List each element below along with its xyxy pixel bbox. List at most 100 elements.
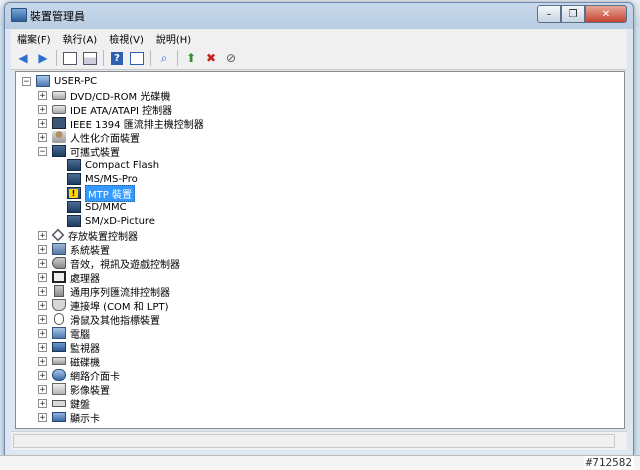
display-adapter-icon	[52, 412, 66, 422]
watermark: #712582	[583, 456, 634, 469]
tree-item-display[interactable]: + 顯示卡	[38, 410, 100, 425]
tree-item-processor[interactable]: + 處理器	[38, 270, 100, 285]
ide-controller-icon	[52, 104, 66, 114]
tree-item-sound[interactable]: + 音效，視訊及遊戲控制器	[38, 256, 180, 271]
expand-toggle[interactable]: +	[38, 272, 47, 282]
warning-device-icon	[67, 187, 81, 199]
sound-icon	[52, 257, 66, 269]
tree-item-ports[interactable]: + 連接埠 (COM 和 LPT)	[38, 298, 169, 313]
disk-drive-icon	[52, 357, 66, 365]
expand-toggle[interactable]: +	[38, 314, 47, 324]
expand-toggle[interactable]: +	[38, 244, 47, 254]
tree-item-computer[interactable]: + 電腦	[38, 326, 90, 341]
update-driver-icon[interactable]: ⬆	[183, 50, 199, 66]
expand-toggle[interactable]: +	[38, 90, 47, 100]
tree-child-compact-flash[interactable]: Compact Flash	[67, 158, 159, 172]
tree-child-mtp-device[interactable]: MTP 裝置	[67, 184, 135, 202]
tree-item-label: 音效，視訊及遊戲控制器	[70, 259, 180, 271]
tree-root[interactable]: − USER-PC	[22, 74, 97, 88]
close-button[interactable]: ✕	[585, 5, 627, 23]
tree-item-keyboard[interactable]: + 鍵盤	[38, 396, 90, 411]
toolbar: ◀ ▶ ? ⌕ ⬆ ✖ ⊘	[11, 47, 627, 70]
tree-item-label: 處理器	[70, 273, 100, 285]
network-adapter-icon	[52, 369, 66, 381]
expand-toggle[interactable]: +	[38, 342, 47, 352]
forward-arrow-icon[interactable]: ▶	[35, 50, 51, 66]
tree-item-label: 影像裝置	[70, 385, 110, 397]
menu-file[interactable]: 檔案(F)	[11, 31, 57, 46]
desktop-bottom-strip	[0, 455, 640, 470]
properties-icon[interactable]	[62, 50, 78, 66]
close-icon: ✕	[601, 8, 611, 20]
tree-item-imaging[interactable]: + 影像裝置	[38, 382, 110, 397]
ieee1394-icon	[52, 117, 66, 129]
menu-view[interactable]: 檢視(V)	[103, 31, 150, 46]
menu-action[interactable]: 執行(A)	[57, 31, 104, 46]
minimize-icon: –	[546, 8, 552, 20]
tree-item-label: 系統裝置	[70, 245, 110, 257]
window-title: 裝置管理員	[30, 10, 85, 23]
tree-item-ieee1394[interactable]: + IEEE 1394 匯流排主機控制器	[38, 116, 204, 131]
tree-item-network[interactable]: + 網路介面卡	[38, 368, 120, 383]
tree-item-label: 磁碟機	[70, 357, 100, 369]
collapse-toggle[interactable]: −	[38, 146, 47, 156]
help-icon[interactable]: ?	[109, 50, 125, 66]
status-bar	[11, 431, 627, 450]
expand-toggle[interactable]: +	[38, 398, 47, 408]
tree-item-portable-devices[interactable]: − 可攜式裝置	[38, 144, 120, 159]
tree-child-sm-xd[interactable]: SM/xD-Picture	[67, 214, 155, 228]
tree-child-sd-mmc[interactable]: SD/MMC	[67, 200, 127, 214]
tree-item-storage[interactable]: + 存放裝置控制器	[38, 228, 138, 243]
tree-item-label: 電腦	[70, 329, 90, 341]
minimize-button[interactable]: –	[537, 5, 561, 23]
tree-root-label: USER-PC	[54, 75, 98, 87]
back-arrow-icon[interactable]: ◀	[15, 50, 31, 66]
expand-toggle[interactable]: +	[38, 412, 47, 422]
menu-help[interactable]: 說明(H)	[150, 31, 197, 46]
tree-item-system[interactable]: + 系統裝置	[38, 242, 110, 257]
maximize-button[interactable]: ❐	[561, 5, 585, 23]
portable-device-icon	[67, 215, 81, 227]
computer-icon	[52, 327, 66, 339]
tree-child-label: SM/xD-Picture	[85, 215, 155, 227]
expand-toggle[interactable]: +	[38, 356, 47, 366]
expand-toggle[interactable]: +	[38, 328, 47, 338]
tree-item-label: 滑鼠及其他指標裝置	[70, 315, 160, 327]
toolbar-separator	[177, 50, 178, 66]
expand-toggle[interactable]: +	[38, 384, 47, 394]
expand-toggle[interactable]: +	[38, 370, 47, 380]
tree-item-dvd[interactable]: + DVD/CD-ROM 光碟機	[38, 88, 170, 103]
computer-icon	[36, 75, 50, 87]
expand-toggle[interactable]: +	[38, 104, 47, 114]
title-bar[interactable]: 裝置管理員 – ❐ ✕	[5, 3, 633, 27]
expand-toggle[interactable]: +	[38, 286, 47, 296]
expand-toggle[interactable]: +	[38, 258, 47, 268]
uninstall-icon[interactable]: ✖	[203, 50, 219, 66]
tree-item-usb[interactable]: + 通用序列匯流排控制器	[38, 284, 170, 299]
tree-item-hid[interactable]: + 人性化介面裝置	[38, 130, 140, 145]
tree-view-icon[interactable]	[82, 50, 98, 66]
scan-hardware-icon[interactable]: ⌕	[156, 50, 172, 66]
tree-item-monitor[interactable]: + 監視器	[38, 340, 100, 355]
device-manager-app-icon	[11, 8, 27, 22]
collapse-toggle[interactable]: −	[22, 76, 31, 86]
expand-toggle[interactable]: +	[38, 300, 47, 310]
device-manager-window: 裝置管理員 – ❐ ✕ 檔案(F) 執行(A) 檢視(V) 說明(H) ◀ ▶ …	[4, 2, 634, 456]
tree-item-label: 可攜式裝置	[70, 147, 120, 159]
toolbar-separator	[103, 50, 104, 66]
tree-item-mouse[interactable]: + 滑鼠及其他指標裝置	[38, 312, 160, 327]
device-tree: − USER-PC + DVD/CD-ROM 光碟機 + IDE ATA/ATA…	[15, 71, 625, 429]
portable-device-icon	[67, 159, 81, 171]
tree-item-label: 連接埠 (COM 和 LPT)	[70, 301, 169, 313]
usb-icon	[54, 285, 64, 297]
view-icon[interactable]	[129, 50, 145, 66]
tree-item-label: 存放裝置控制器	[68, 231, 138, 243]
tree-item-label: 通用序列匯流排控制器	[70, 287, 170, 299]
disable-device-icon[interactable]: ⊘	[223, 50, 239, 66]
port-icon	[52, 299, 66, 311]
expand-toggle[interactable]: +	[38, 132, 47, 142]
tree-item-disk[interactable]: + 磁碟機	[38, 354, 100, 369]
expand-toggle[interactable]: +	[38, 230, 47, 240]
expand-toggle[interactable]: +	[38, 118, 47, 128]
tree-item-ide[interactable]: + IDE ATA/ATAPI 控制器	[38, 102, 172, 117]
